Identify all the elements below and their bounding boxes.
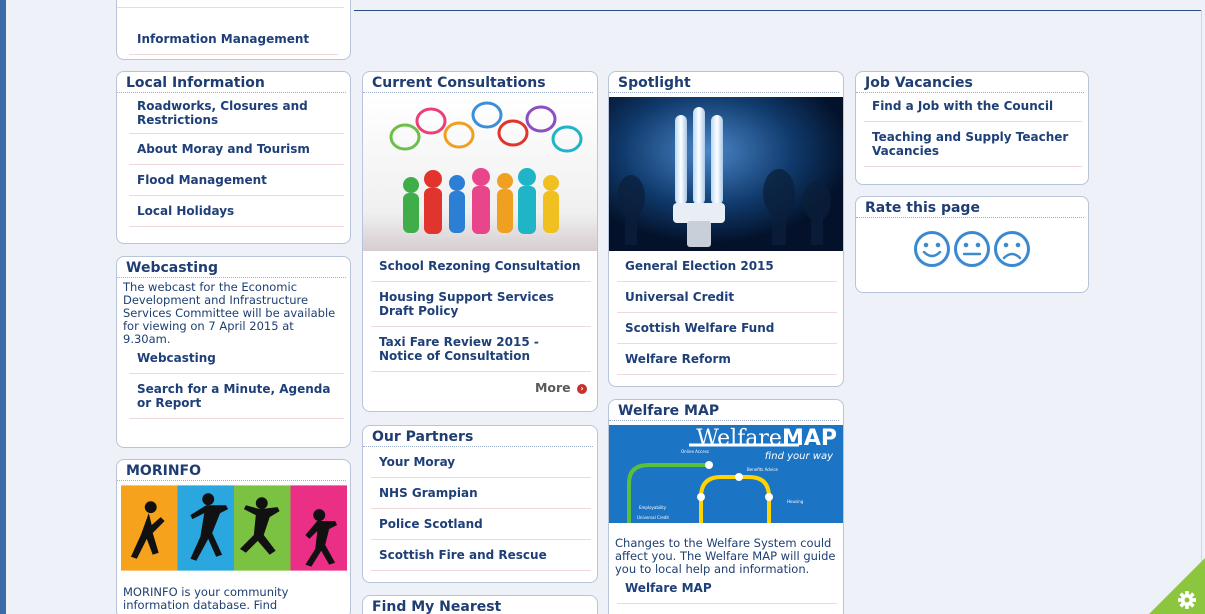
link-scottish-welfare-fund[interactable]: Scottish Welfare Fund: [617, 313, 837, 344]
local-information-heading: Local Information: [117, 72, 346, 93]
consultations-image[interactable]: [363, 97, 597, 251]
morinfo-box: MORINFO MORINFO is your community inform…: [116, 459, 351, 614]
partners-box: Our Partners Your Moray NHS Grampian Pol…: [362, 425, 598, 583]
left-edge-bar: [0, 0, 6, 614]
station-label-universal: Universal Credit: [637, 515, 669, 520]
settings-gear-icon[interactable]: [1149, 558, 1205, 614]
nearest-box: Find My Nearest: [362, 595, 598, 614]
partners-heading: Our Partners: [363, 426, 593, 447]
consultations-box: Current Consultations School Rezoning Co…: [362, 71, 598, 412]
rate-page-heading: Rate this page: [856, 197, 1084, 218]
link-taxi-fare[interactable]: Taxi Fare Review 2015 - Notice of Consul…: [371, 327, 591, 372]
webcasting-box: Webcasting The webcast for the Economic …: [116, 256, 351, 448]
welfare-map-image[interactable]: WelfareMAP find your way Online Access B…: [609, 425, 843, 523]
top-divider: [354, 10, 1202, 11]
sad-face-icon[interactable]: [993, 230, 1031, 268]
link-welfare-map[interactable]: Welfare MAP: [617, 577, 837, 604]
nearest-heading: Find My Nearest: [363, 596, 593, 614]
morinfo-heading: MORINFO: [117, 460, 346, 481]
info-management-box: Information Management: [116, 0, 351, 60]
link-search-minute[interactable]: Search for a Minute, Agenda or Report: [129, 374, 344, 419]
link-local-holidays[interactable]: Local Holidays: [129, 196, 344, 227]
spotlight-heading: Spotlight: [609, 72, 839, 93]
link-find-job[interactable]: Find a Job with the Council: [864, 93, 1082, 122]
link-welfare-reform[interactable]: Welfare Reform: [617, 344, 837, 375]
link-flood-management[interactable]: Flood Management: [129, 165, 344, 196]
job-vacancies-box: Job Vacancies Find a Job with the Counci…: [855, 71, 1089, 185]
spotlight-box: Spotlight General Election 2015 Universa…: [608, 71, 844, 387]
station-label-housing: Housing: [787, 499, 804, 504]
spotlight-image[interactable]: [609, 97, 843, 251]
station-label-employability: Employability: [639, 505, 667, 510]
rate-page-box: Rate this page: [855, 196, 1089, 293]
welfare-map-tagline: find your way: [764, 451, 833, 462]
happy-face-icon[interactable]: [913, 230, 951, 268]
job-vacancies-heading: Job Vacancies: [856, 72, 1084, 93]
welfare-map-box: Welfare MAP WelfareMAP find your way Onl…: [608, 399, 844, 614]
link-police-scotland[interactable]: Police Scotland: [371, 509, 591, 540]
link-about-moray[interactable]: About Moray and Tourism: [129, 134, 344, 165]
link-school-rezoning[interactable]: School Rezoning Consultation: [371, 251, 591, 282]
link-housing-support[interactable]: Housing Support Services Draft Policy: [371, 282, 591, 327]
link-general-election[interactable]: General Election 2015: [617, 251, 837, 282]
link-webcasting[interactable]: Webcasting: [129, 347, 344, 374]
link-teaching-vacancies[interactable]: Teaching and Supply Teacher Vacancies: [864, 122, 1082, 167]
right-divider: [1201, 10, 1202, 614]
local-information-box: Local Information Roadworks, Closures an…: [116, 71, 351, 244]
link-scottish-fire[interactable]: Scottish Fire and Rescue: [371, 540, 591, 571]
welfare-map-logo: WelfareMAP: [696, 426, 837, 451]
neutral-face-icon[interactable]: [953, 230, 991, 268]
morinfo-text: MORINFO is your community information da…: [123, 585, 289, 612]
more-link[interactable]: More ›: [363, 372, 597, 399]
station-label-benefits: Benefits Advice: [747, 467, 778, 472]
link-information-management[interactable]: Information Management: [129, 24, 338, 55]
more-arrow-icon: ›: [577, 383, 587, 394]
welfare-map-text: Changes to the Welfare System could affe…: [615, 536, 836, 576]
webcasting-heading: Webcasting: [117, 257, 346, 278]
link-your-moray[interactable]: Your Moray: [371, 447, 591, 478]
link-universal-credit[interactable]: Universal Credit: [617, 282, 837, 313]
consultations-heading: Current Consultations: [363, 72, 593, 93]
link-nhs-grampian[interactable]: NHS Grampian: [371, 478, 591, 509]
webcasting-text: The webcast for the Economic Development…: [123, 280, 336, 346]
link-roadworks[interactable]: Roadworks, Closures and Restrictions: [129, 93, 344, 134]
welfare-map-heading: Welfare MAP: [609, 400, 839, 421]
morinfo-image[interactable]: [121, 485, 347, 571]
station-label-online: Online Access: [681, 449, 709, 454]
